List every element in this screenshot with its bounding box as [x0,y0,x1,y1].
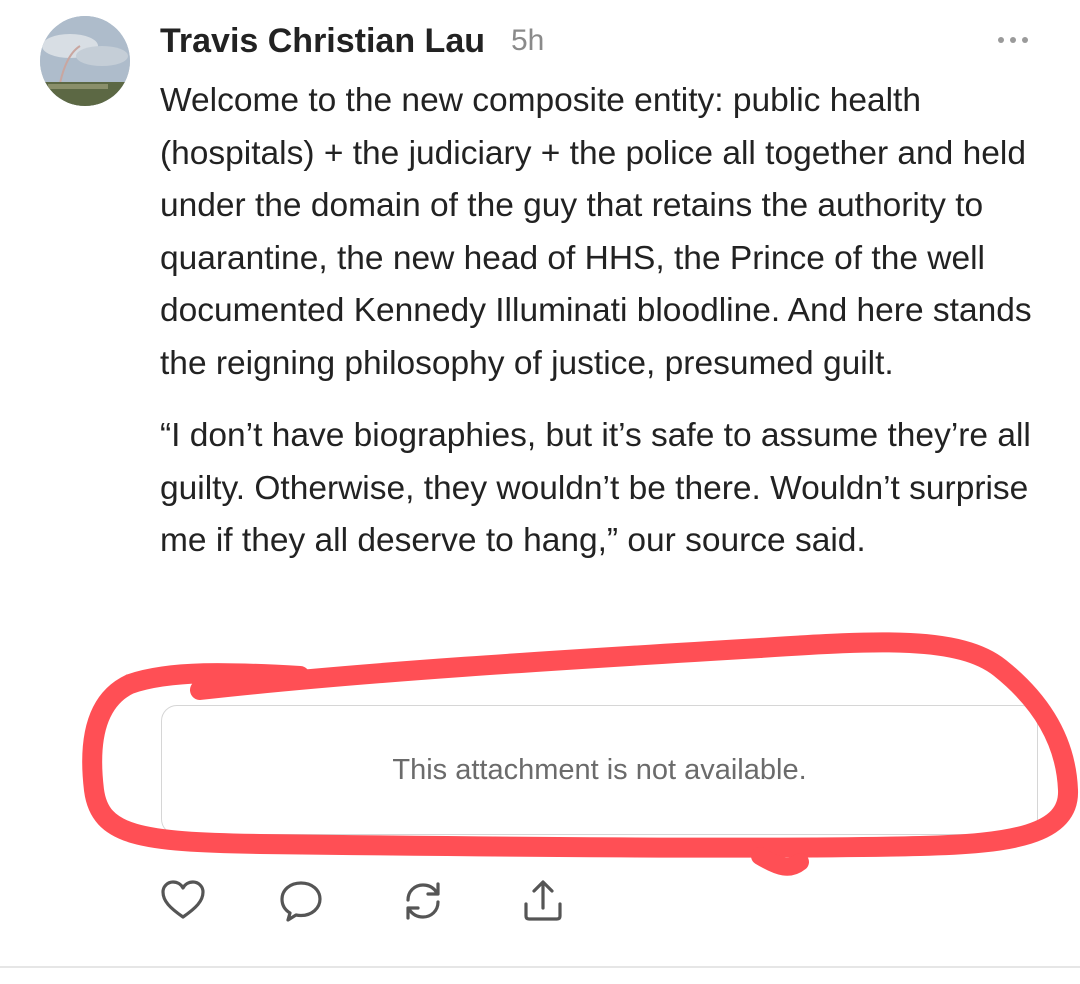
post-header: Travis Christian Lau 5h [160,18,544,64]
avatar[interactable] [40,16,130,106]
share-icon[interactable] [520,878,566,924]
post-divider [0,966,1080,968]
attachment-message: This attachment is not available. [392,753,807,786]
repost-icon[interactable] [400,878,446,924]
post: Travis Christian Lau 5h Welcome to the n… [0,0,1080,984]
unavailable-attachment: This attachment is not available. [161,705,1038,835]
post-time: 5h [511,24,545,57]
post-body: Welcome to the new composite entity: pub… [160,75,1050,568]
post-paragraph-2: “I don’t have biographies, but it’s safe… [160,417,1031,559]
author-name[interactable]: Travis Christian Lau [160,22,485,61]
more-dots-icon[interactable] [996,30,1030,50]
heart-icon[interactable] [160,878,206,924]
avatar-image [40,16,130,106]
comment-icon[interactable] [278,878,324,924]
post-paragraph-1: Welcome to the new composite entity: pub… [160,82,1032,382]
